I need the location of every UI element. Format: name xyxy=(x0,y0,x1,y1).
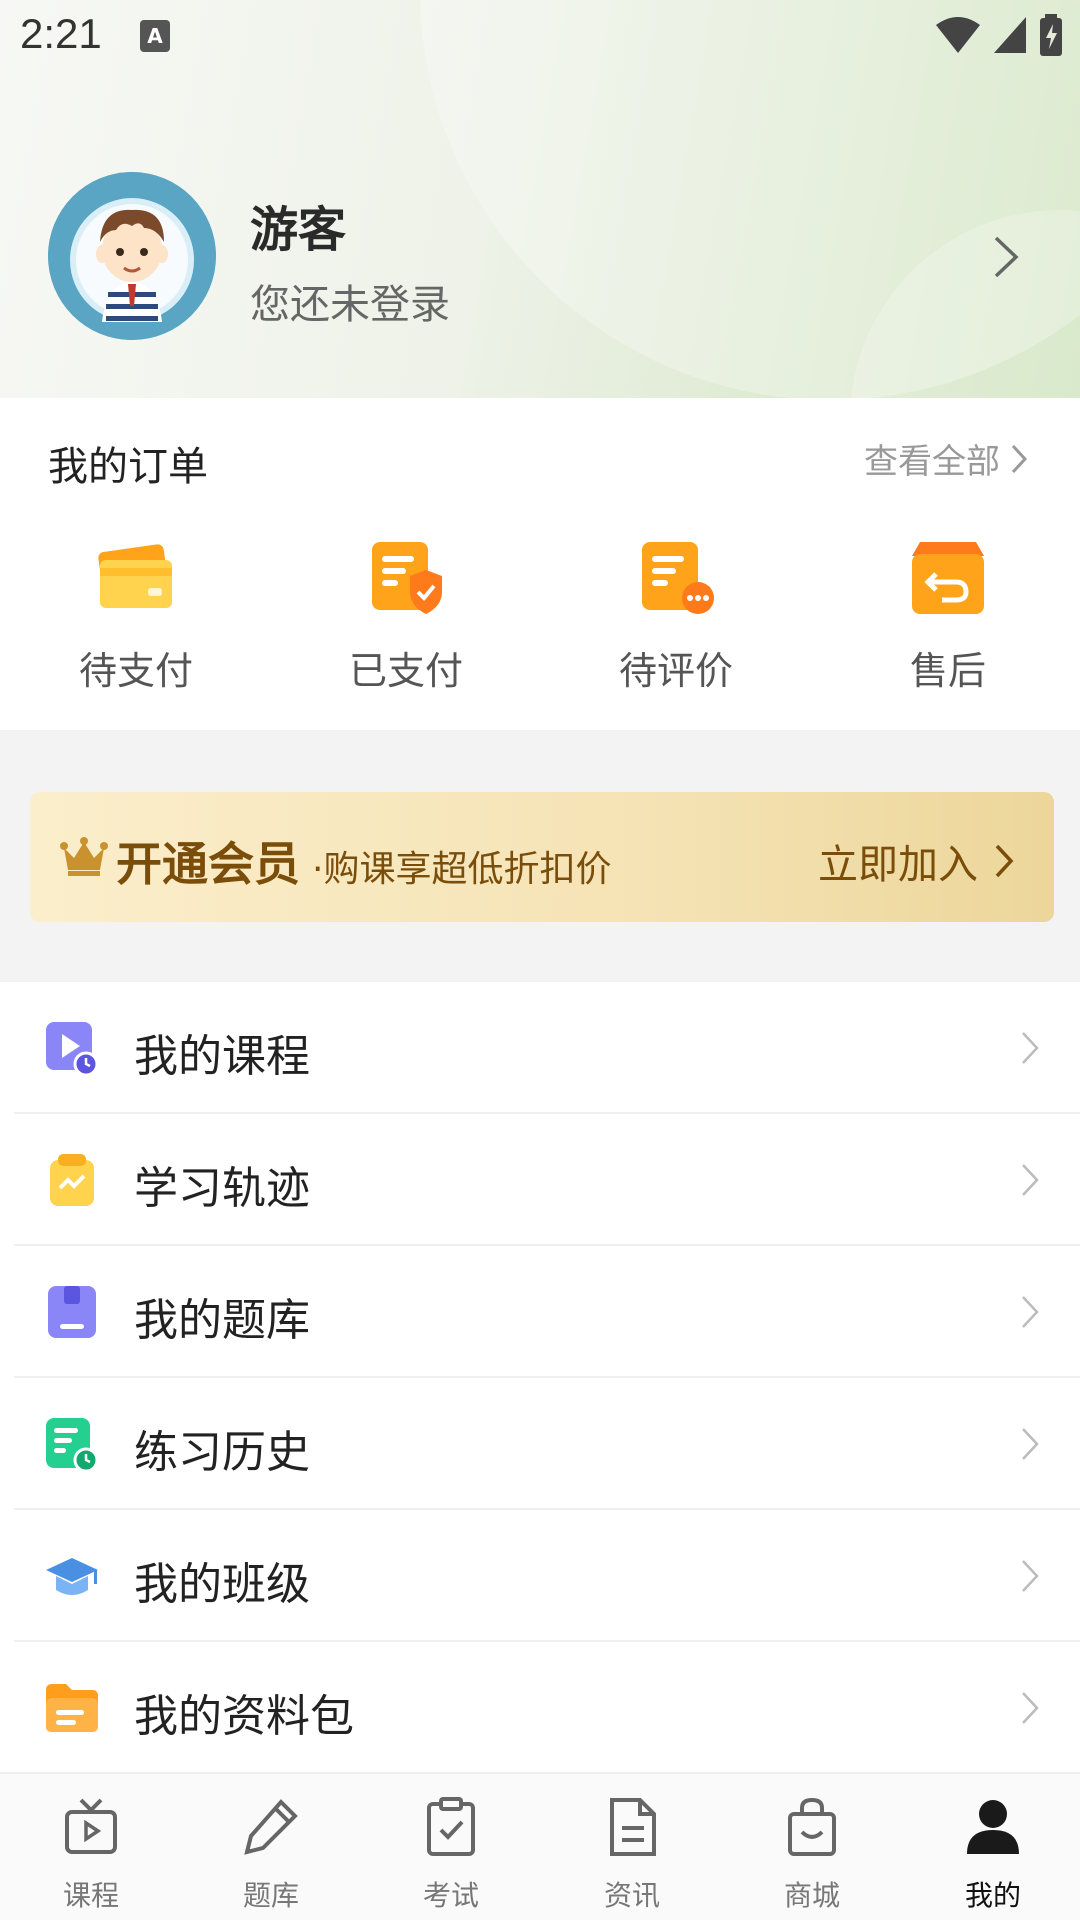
vip-subtitle: ·购课享超低折扣价 xyxy=(312,849,612,890)
paid-doc-icon xyxy=(372,542,442,614)
tab-news[interactable]: 资讯 xyxy=(572,1796,692,1914)
order-pending-payment[interactable]: 待支付 xyxy=(56,538,216,695)
study-trace-icon xyxy=(50,1154,94,1206)
menu-item-label: 学习轨迹 xyxy=(134,1163,310,1214)
bottom-tab-bar: 课程 题库 考试 资讯 商城 我的 xyxy=(0,1772,1080,1920)
tab-courses[interactable]: 课程 xyxy=(31,1796,151,1914)
avatar[interactable] xyxy=(48,172,216,340)
menu-item-study-trace[interactable]: 学习轨迹 xyxy=(0,1114,1080,1246)
user-name[interactable]: 游客 xyxy=(250,190,346,260)
tab-exam[interactable]: 考试 xyxy=(391,1796,511,1914)
tab-label: 考试 xyxy=(422,1879,479,1912)
view-all-label: 查看全部 xyxy=(864,442,1000,482)
person-icon xyxy=(967,1800,1019,1854)
tab-label: 课程 xyxy=(62,1879,119,1912)
chevron-right-icon xyxy=(1022,1032,1039,1064)
status-bar: 2:21 A xyxy=(0,0,1080,76)
menu-item-label: 我的课程 xyxy=(134,1031,310,1082)
view-all-orders-link[interactable]: 查看全部 xyxy=(864,434,1028,483)
tab-mall[interactable]: 商城 xyxy=(752,1796,872,1914)
crown-icon xyxy=(60,837,108,876)
menu-item-label: 我的班级 xyxy=(134,1559,310,1610)
material-folder-icon xyxy=(46,1684,98,1732)
chevron-right-icon xyxy=(1022,1164,1039,1196)
avatar-boy-icon xyxy=(48,172,216,340)
wallet-icon xyxy=(98,544,172,608)
tab-label: 商城 xyxy=(783,1879,840,1912)
pencil-icon xyxy=(244,1799,298,1855)
order-item-label: 售后 xyxy=(909,649,986,693)
tab-label: 题库 xyxy=(242,1879,299,1912)
tab-mine[interactable]: 我的 xyxy=(933,1796,1053,1914)
vip-banner[interactable]: 开通会员 ·购课享超低折扣价 立即加入 xyxy=(30,792,1054,922)
menu-item-label: 我的资料包 xyxy=(134,1691,354,1742)
login-status[interactable]: 您还未登录 xyxy=(250,272,450,330)
question-bank-icon xyxy=(48,1286,96,1338)
menu-item-label: 我的题库 xyxy=(134,1295,310,1346)
chevron-right-icon xyxy=(1022,1692,1039,1724)
document-icon xyxy=(610,1798,656,1856)
chevron-right-icon xyxy=(995,844,1014,878)
tv-icon xyxy=(65,1798,117,1854)
notification-a-icon: A xyxy=(140,20,170,52)
menu-item-practice-history[interactable]: 练习历史 xyxy=(0,1378,1080,1510)
comment-doc-icon xyxy=(642,542,714,614)
orders-title: 我的订单 xyxy=(48,444,208,490)
chevron-right-icon xyxy=(1022,1560,1039,1592)
status-icons xyxy=(934,14,1064,56)
signal-icon xyxy=(994,17,1026,53)
menu-item-my-courses[interactable]: 我的课程 xyxy=(0,982,1080,1114)
order-paid[interactable]: 已支付 xyxy=(326,538,486,695)
tab-question-bank[interactable]: 题库 xyxy=(211,1796,331,1914)
vip-join-label: 立即加入 xyxy=(818,842,978,888)
return-box-icon xyxy=(912,542,984,614)
profile-header: 2:21 A 游客 您还未登录 xyxy=(0,0,1080,398)
menu-item-question-bank[interactable]: 我的题库 xyxy=(0,1246,1080,1378)
clipboard-check-icon xyxy=(427,1797,475,1856)
course-play-icon xyxy=(46,1022,99,1076)
chevron-right-icon xyxy=(1011,444,1028,473)
order-item-label: 待支付 xyxy=(78,649,193,693)
chevron-right-icon xyxy=(1022,1296,1039,1328)
order-item-label: 待评价 xyxy=(618,649,733,693)
chevron-right-icon xyxy=(1022,1428,1039,1460)
chevron-right-icon[interactable] xyxy=(992,234,1022,280)
vip-join-button[interactable]: 立即加入 xyxy=(818,832,1014,890)
order-item-label: 已支付 xyxy=(348,649,463,693)
vip-title: 开通会员 xyxy=(116,837,300,891)
menu-list: 我的课程 学习轨迹 我的题库 练习历史 我的班级 我的资料包 xyxy=(0,982,1080,1772)
menu-item-label: 练习历史 xyxy=(134,1427,310,1478)
menu-item-my-class[interactable]: 我的班级 xyxy=(0,1510,1080,1642)
tab-label: 我的 xyxy=(964,1879,1021,1912)
wifi-icon xyxy=(936,17,980,53)
menu-item-material-pack[interactable]: 我的资料包 xyxy=(0,1642,1080,1774)
status-time: 2:21 xyxy=(20,10,102,57)
orders-card: 我的订单 查看全部 待支付 已支付 待评价 售后 xyxy=(0,398,1080,730)
class-cap-icon xyxy=(46,1558,98,1595)
practice-history-icon xyxy=(46,1418,99,1472)
battery-icon xyxy=(1040,14,1062,56)
order-pending-review[interactable]: 待评价 xyxy=(596,538,756,695)
shopping-bag-icon xyxy=(788,1797,836,1856)
tab-label: 资讯 xyxy=(603,1879,660,1912)
order-after-sales[interactable]: 售后 xyxy=(868,538,1028,695)
